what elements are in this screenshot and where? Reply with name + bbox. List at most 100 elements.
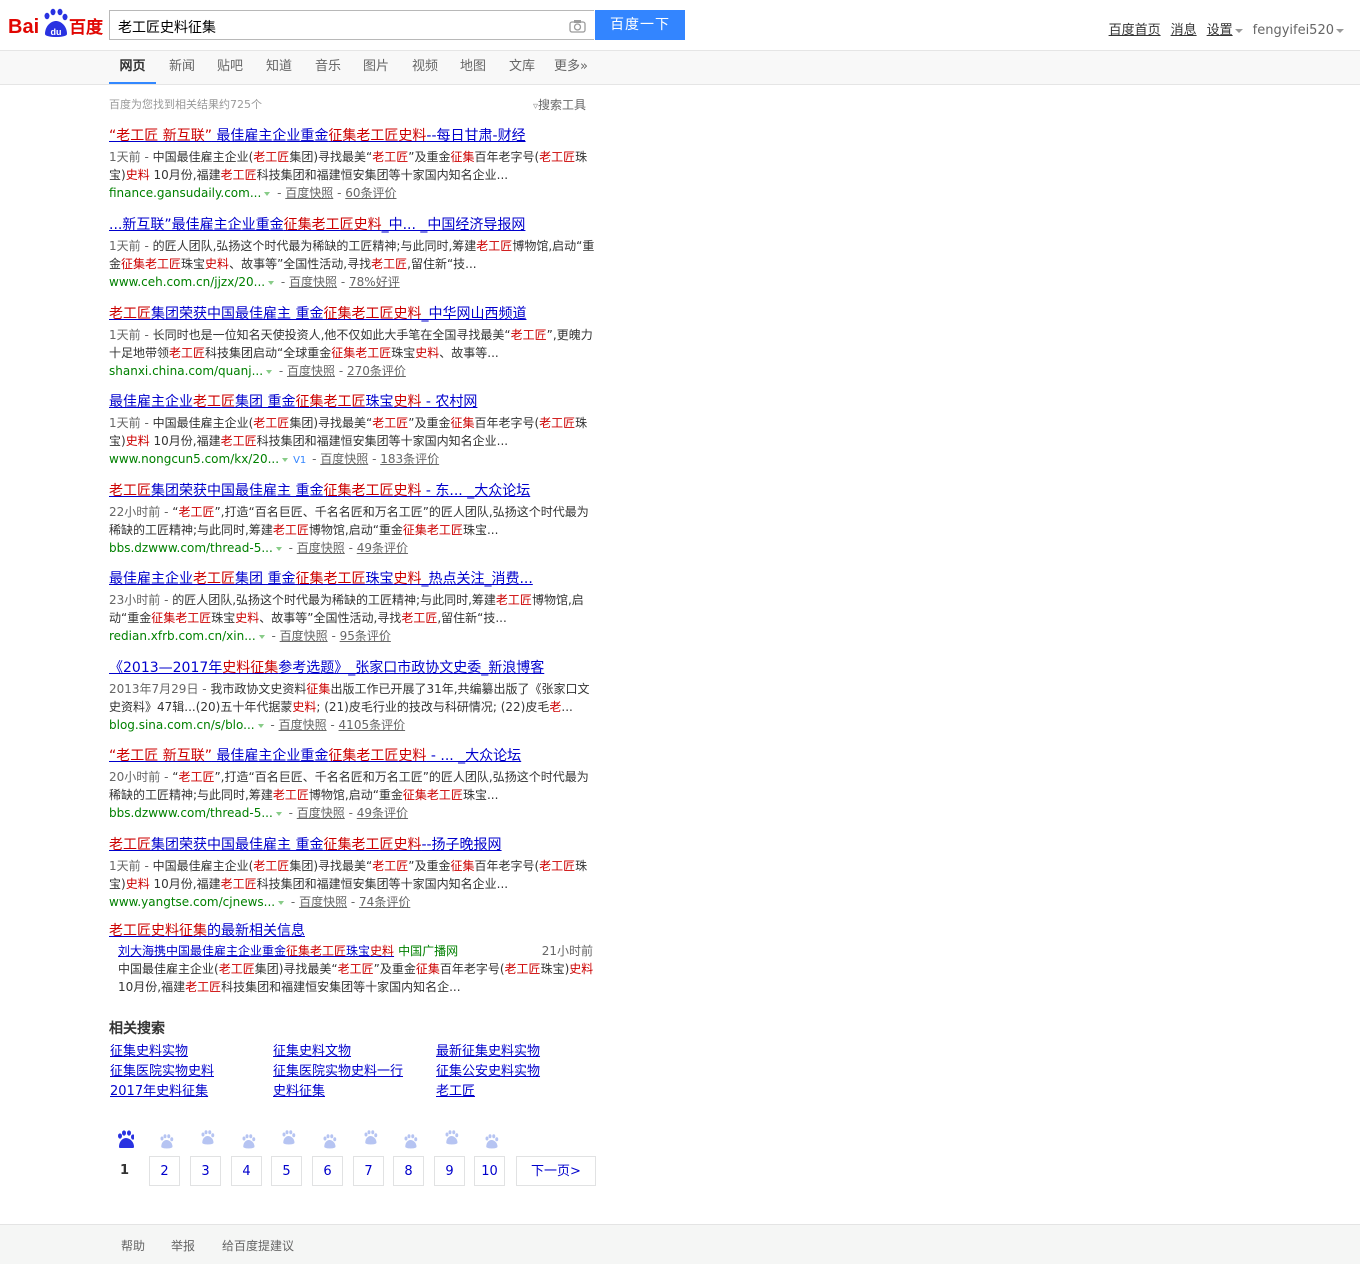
result-abstract: 23小时前 - 的匠人团队,弘扬这个时代最为稀缺的工匠精神;与此同时,筹建老工匠… [109, 593, 584, 625]
logo-text-baidu: 百度 [69, 17, 103, 38]
comment-link[interactable]: 95条评价 [340, 629, 391, 643]
comment-link[interactable]: 49条评价 [357, 541, 408, 555]
username-link[interactable]: fengyifei520 [1253, 23, 1344, 38]
dropdown-arrow-icon[interactable] [282, 457, 289, 462]
search-button[interactable]: 百度一下 [595, 10, 685, 40]
search-input[interactable]: 老工匠史料征集 [109, 10, 594, 40]
result-date: 1天前 - [109, 328, 153, 342]
tab-video[interactable]: 视频 [408, 51, 442, 82]
page-link[interactable]: 5 [271, 1156, 302, 1186]
dropdown-arrow-icon[interactable] [257, 723, 264, 728]
page-link[interactable]: 3 [190, 1156, 221, 1186]
result-date: 1天前 - [109, 150, 153, 164]
snapshot-link[interactable]: 百度快照 [279, 718, 327, 732]
result-item: “老工匠 新互联” 最佳雇主企业重金征集老工匠史料--每日甘肃-财经 1天前 - … [109, 126, 599, 202]
dropdown-arrow-icon[interactable] [275, 546, 282, 551]
current-page: 1 [109, 1156, 140, 1186]
related-link[interactable]: 征集医院实物史料一行 [273, 1062, 403, 1082]
svg-text:du: du [51, 27, 62, 37]
report-link[interactable]: 举报 [171, 1237, 195, 1254]
result-url: www.nongcun5.com/kx/20... [109, 452, 280, 466]
comment-link[interactable]: 183条评价 [380, 452, 439, 466]
result-item: ...新互联”最佳雇主企业重金征集老工匠史料_中... _中国经济导报网 1天前 … [109, 215, 599, 291]
tab-music[interactable]: 音乐 [311, 51, 345, 82]
tab-wenku[interactable]: 文库 [505, 51, 539, 82]
related-link[interactable]: 征集史料文物 [273, 1042, 351, 1062]
snapshot-link[interactable]: 百度快照 [297, 806, 345, 820]
page-link[interactable]: 10 [474, 1156, 505, 1186]
related-link[interactable]: 最新征集史料实物 [436, 1042, 540, 1062]
result-abstract: 22小时前 - “老工匠”,打造“百名巨匠、千名名匠和万名工匠”的匠人团队,弘扬… [109, 505, 589, 537]
result-footer: www.yangtse.com/cjnews... - 百度快照 - 74条评价 [109, 895, 411, 909]
paw-icon [363, 1130, 379, 1146]
snapshot-link[interactable]: 百度快照 [289, 275, 337, 289]
camera-icon[interactable] [569, 18, 586, 33]
tab-web[interactable]: 网页 [109, 51, 156, 84]
result-title[interactable]: 老工匠集团荣获中国最佳雇主 重金征集老工匠史料_中华网山西频道 [109, 306, 526, 322]
page-link[interactable]: 7 [353, 1156, 384, 1186]
snapshot-link[interactable]: 百度快照 [285, 186, 333, 200]
chevron-down-icon [1336, 28, 1344, 33]
related-link[interactable]: 征集史料实物 [110, 1042, 188, 1062]
paw-icon [159, 1134, 175, 1150]
related-link[interactable]: 史料征集 [273, 1082, 325, 1102]
page-link[interactable]: 8 [393, 1156, 424, 1186]
comment-link[interactable]: 49条评价 [357, 806, 408, 820]
related-link[interactable]: 征集公安史料实物 [436, 1062, 540, 1082]
feedback-link[interactable]: 给百度提建议 [222, 1237, 294, 1254]
page-link[interactable]: 4 [231, 1156, 262, 1186]
related-link[interactable]: 2017年史料征集 [110, 1082, 208, 1102]
dropdown-arrow-icon[interactable] [258, 634, 265, 639]
tab-map[interactable]: 地图 [456, 51, 490, 82]
comment-link[interactable]: 60条评价 [345, 186, 396, 200]
snapshot-link[interactable]: 百度快照 [280, 629, 328, 643]
help-link[interactable]: 帮助 [121, 1237, 145, 1254]
tab-images[interactable]: 图片 [359, 51, 393, 82]
tab-news[interactable]: 新闻 [165, 51, 199, 82]
home-link[interactable]: 百度首页 [1109, 23, 1161, 38]
snapshot-link[interactable]: 百度快照 [297, 541, 345, 555]
dropdown-arrow-icon[interactable] [275, 811, 282, 816]
result-abstract: 1天前 - 长同时也是一位知名天使投资人,他不仅如此大手笔在全国寻找最美“老工匠… [109, 328, 593, 360]
tab-tieba[interactable]: 贴吧 [213, 51, 247, 82]
result-title[interactable]: 最佳雇主企业老工匠集团 重金征集老工匠珠宝史料_热点关注_消费... [109, 571, 533, 587]
news-block: 老工匠史料征集的最新相关信息 刘大海携中国最佳雇主企业重金征集老工匠珠宝史料 中国… [109, 921, 599, 996]
snapshot-link[interactable]: 百度快照 [320, 452, 368, 466]
result-title[interactable]: 《2013—2017年史料征集参考选题》_张家口市政协文史委_新浪博客 [109, 660, 544, 676]
baidu-logo[interactable]: Bai du 百度 [8, 6, 104, 40]
result-title[interactable]: “老工匠 新互联” 最佳雇主企业重金征集老工匠史料 - ... _大众论坛 [109, 748, 521, 764]
related-link[interactable]: 征集医院实物史料 [110, 1062, 214, 1082]
news-block-title[interactable]: 老工匠史料征集的最新相关信息 [109, 923, 305, 939]
dropdown-arrow-icon[interactable] [278, 900, 285, 905]
page-link[interactable]: 2 [149, 1156, 180, 1186]
result-title[interactable]: 最佳雇主企业老工匠集团 重金征集老工匠珠宝史料 - 农村网 [109, 394, 477, 410]
verified-icon[interactable]: V1 [293, 455, 306, 466]
snapshot-link[interactable]: 百度快照 [299, 895, 347, 909]
page-link[interactable]: 6 [312, 1156, 343, 1186]
result-title[interactable]: “老工匠 新互联” 最佳雇主企业重金征集老工匠史料--每日甘肃-财经 [109, 128, 526, 144]
comment-link[interactable]: 74条评价 [359, 895, 410, 909]
dropdown-arrow-icon[interactable] [264, 191, 271, 196]
result-url: blog.sina.com.cn/s/blo... [109, 718, 255, 732]
page-link[interactable]: 9 [434, 1156, 465, 1186]
tab-bar: 网页 新闻 贴吧 知道 音乐 图片 视频 地图 文库 更多» [0, 51, 1360, 85]
comment-link[interactable]: 78%好评 [349, 275, 400, 289]
messages-link[interactable]: 消息 [1171, 23, 1197, 38]
settings-link[interactable]: 设置 [1207, 23, 1243, 38]
related-link[interactable]: 老工匠 [436, 1082, 475, 1102]
dropdown-arrow-icon[interactable] [268, 280, 275, 285]
result-title[interactable]: 老工匠集团荣获中国最佳雇主 重金征集老工匠史料--扬子晚报网 [109, 837, 502, 853]
result-title[interactable]: ...新互联”最佳雇主企业重金征集老工匠史料_中... _中国经济导报网 [109, 217, 525, 233]
result-title[interactable]: 老工匠集团荣获中国最佳雇主 重金征集老工匠史料 - 东... _大众论坛 [109, 483, 530, 499]
tab-more[interactable]: 更多» [550, 51, 592, 82]
result-item: 最佳雇主企业老工匠集团 重金征集老工匠珠宝史料 - 农村网 1天前 - 中国最佳雇… [109, 392, 599, 470]
next-page-button[interactable]: 下一页> [516, 1156, 596, 1186]
tab-zhidao[interactable]: 知道 [262, 51, 296, 82]
result-abstract: 1天前 - 的匠人团队,弘扬这个时代最为稀缺的工匠精神;与此同时,筹建老工匠博物… [109, 239, 595, 271]
search-tools-button[interactable]: ▿搜索工具 [533, 96, 586, 113]
snapshot-link[interactable]: 百度快照 [287, 364, 335, 378]
news-item-title[interactable]: 刘大海携中国最佳雇主企业重金征集老工匠珠宝史料 [118, 944, 394, 958]
comment-link[interactable]: 4105条评价 [339, 718, 406, 732]
comment-link[interactable]: 270条评价 [347, 364, 406, 378]
dropdown-arrow-icon[interactable] [266, 369, 273, 374]
